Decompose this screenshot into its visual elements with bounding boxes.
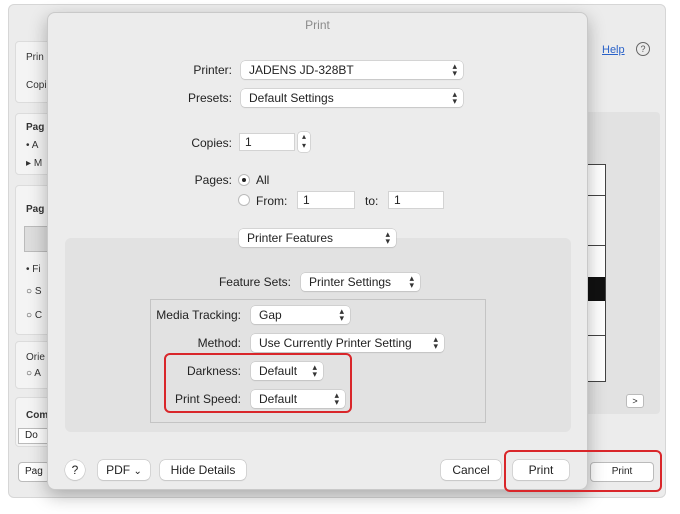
chevron-down-icon: ⌄ bbox=[133, 466, 142, 477]
bg-label-preview bbox=[588, 164, 606, 382]
bg-help-icon: ? bbox=[636, 42, 650, 56]
copies-input[interactable]: 1 bbox=[239, 133, 295, 151]
bg-label: Com bbox=[26, 410, 49, 421]
bg-next-arrow-button: > bbox=[626, 394, 644, 408]
chevron-updown-icon: ▴ ▾ bbox=[385, 229, 390, 246]
copies-stepper[interactable]: ▴ ▾ bbox=[298, 132, 310, 152]
bg-label: M bbox=[33, 158, 43, 169]
pages-all-radio[interactable] bbox=[238, 174, 250, 186]
dialog-title: Print bbox=[305, 18, 330, 32]
printer-value: JADENS JD-328BT bbox=[249, 63, 354, 77]
printer-label: Printer: bbox=[193, 63, 232, 77]
bg-radio: ○ S bbox=[26, 286, 42, 297]
bg-label: Prin bbox=[26, 52, 44, 63]
chevron-updown-icon: ▴ ▾ bbox=[409, 273, 414, 290]
section-select[interactable]: Printer Features ▴ ▾ bbox=[239, 229, 396, 247]
bg-label: Orie bbox=[26, 352, 45, 363]
print-dialog: Print Printer: JADENS JD-328BT ▴ ▾ Preset… bbox=[47, 12, 588, 490]
pdf-label: PDF bbox=[106, 463, 131, 477]
help-button[interactable]: ? bbox=[65, 460, 85, 480]
bg-page-setup-button: Pag bbox=[18, 462, 50, 482]
bg-label: S bbox=[34, 286, 42, 297]
pages-all-label: All bbox=[256, 173, 270, 187]
bg-disclosure: ▸ M bbox=[26, 158, 43, 169]
method-label: Method: bbox=[197, 336, 241, 350]
presets-label: Presets: bbox=[187, 91, 232, 105]
copies-label: Copies: bbox=[191, 136, 232, 150]
highlight-box-print bbox=[504, 450, 662, 492]
presets-value: Default Settings bbox=[249, 91, 334, 105]
chevron-updown-icon: ▴ ▾ bbox=[452, 61, 457, 78]
pages-from-input[interactable]: 1 bbox=[297, 191, 355, 209]
pages-label: Pages: bbox=[194, 173, 232, 187]
bg-label: Copi bbox=[26, 80, 47, 91]
bg-label: A bbox=[34, 368, 41, 379]
media-tracking-label: Media Tracking: bbox=[156, 308, 241, 322]
media-tracking-value: Gap bbox=[259, 308, 282, 322]
bg-barcode bbox=[588, 277, 605, 301]
feature-sets-label: Feature Sets: bbox=[218, 275, 291, 289]
method-value: Use Currently Printer Setting bbox=[259, 336, 412, 350]
chevron-updown-icon: ▴ ▾ bbox=[452, 89, 457, 106]
bg-domain-field: Do bbox=[18, 428, 50, 444]
feature-sets-select[interactable]: Printer Settings ▴ ▾ bbox=[301, 273, 420, 291]
cancel-button[interactable]: Cancel bbox=[441, 460, 501, 480]
section-value: Printer Features bbox=[247, 231, 334, 245]
bg-label: Pag bbox=[26, 122, 45, 133]
media-tracking-select[interactable]: Gap ▴ ▾ bbox=[251, 306, 350, 324]
method-select[interactable]: Use Currently Printer Setting ▴ ▾ bbox=[251, 334, 444, 352]
bg-help-link: Help bbox=[602, 44, 625, 56]
bg-label: Fi bbox=[32, 264, 41, 275]
bg-label: Pag bbox=[26, 204, 45, 215]
bg-radio: • Fi bbox=[26, 264, 41, 275]
pages-range-radio[interactable] bbox=[238, 194, 250, 206]
pdf-menu-button[interactable]: PDF ⌄ bbox=[98, 460, 150, 480]
feature-sets-value: Printer Settings bbox=[309, 275, 392, 289]
pages-to-label: to: bbox=[365, 194, 379, 208]
bg-radio: ○ C bbox=[26, 310, 43, 321]
presets-select[interactable]: Default Settings ▴ ▾ bbox=[241, 89, 463, 107]
hide-details-button[interactable]: Hide Details bbox=[160, 460, 246, 480]
highlight-box-darkness-speed bbox=[164, 353, 352, 413]
bg-radio: • A bbox=[26, 140, 39, 151]
bg-radio: ○ A bbox=[26, 368, 41, 379]
chevron-updown-icon: ▴ ▾ bbox=[433, 334, 438, 351]
bg-label: C bbox=[34, 310, 43, 321]
pages-from-label: From: bbox=[256, 194, 288, 208]
pages-to-input[interactable]: 1 bbox=[388, 191, 444, 209]
bg-label: A bbox=[31, 140, 39, 151]
chevron-updown-icon: ▴ ▾ bbox=[339, 306, 344, 323]
printer-select[interactable]: JADENS JD-328BT ▴ ▾ bbox=[241, 61, 463, 79]
